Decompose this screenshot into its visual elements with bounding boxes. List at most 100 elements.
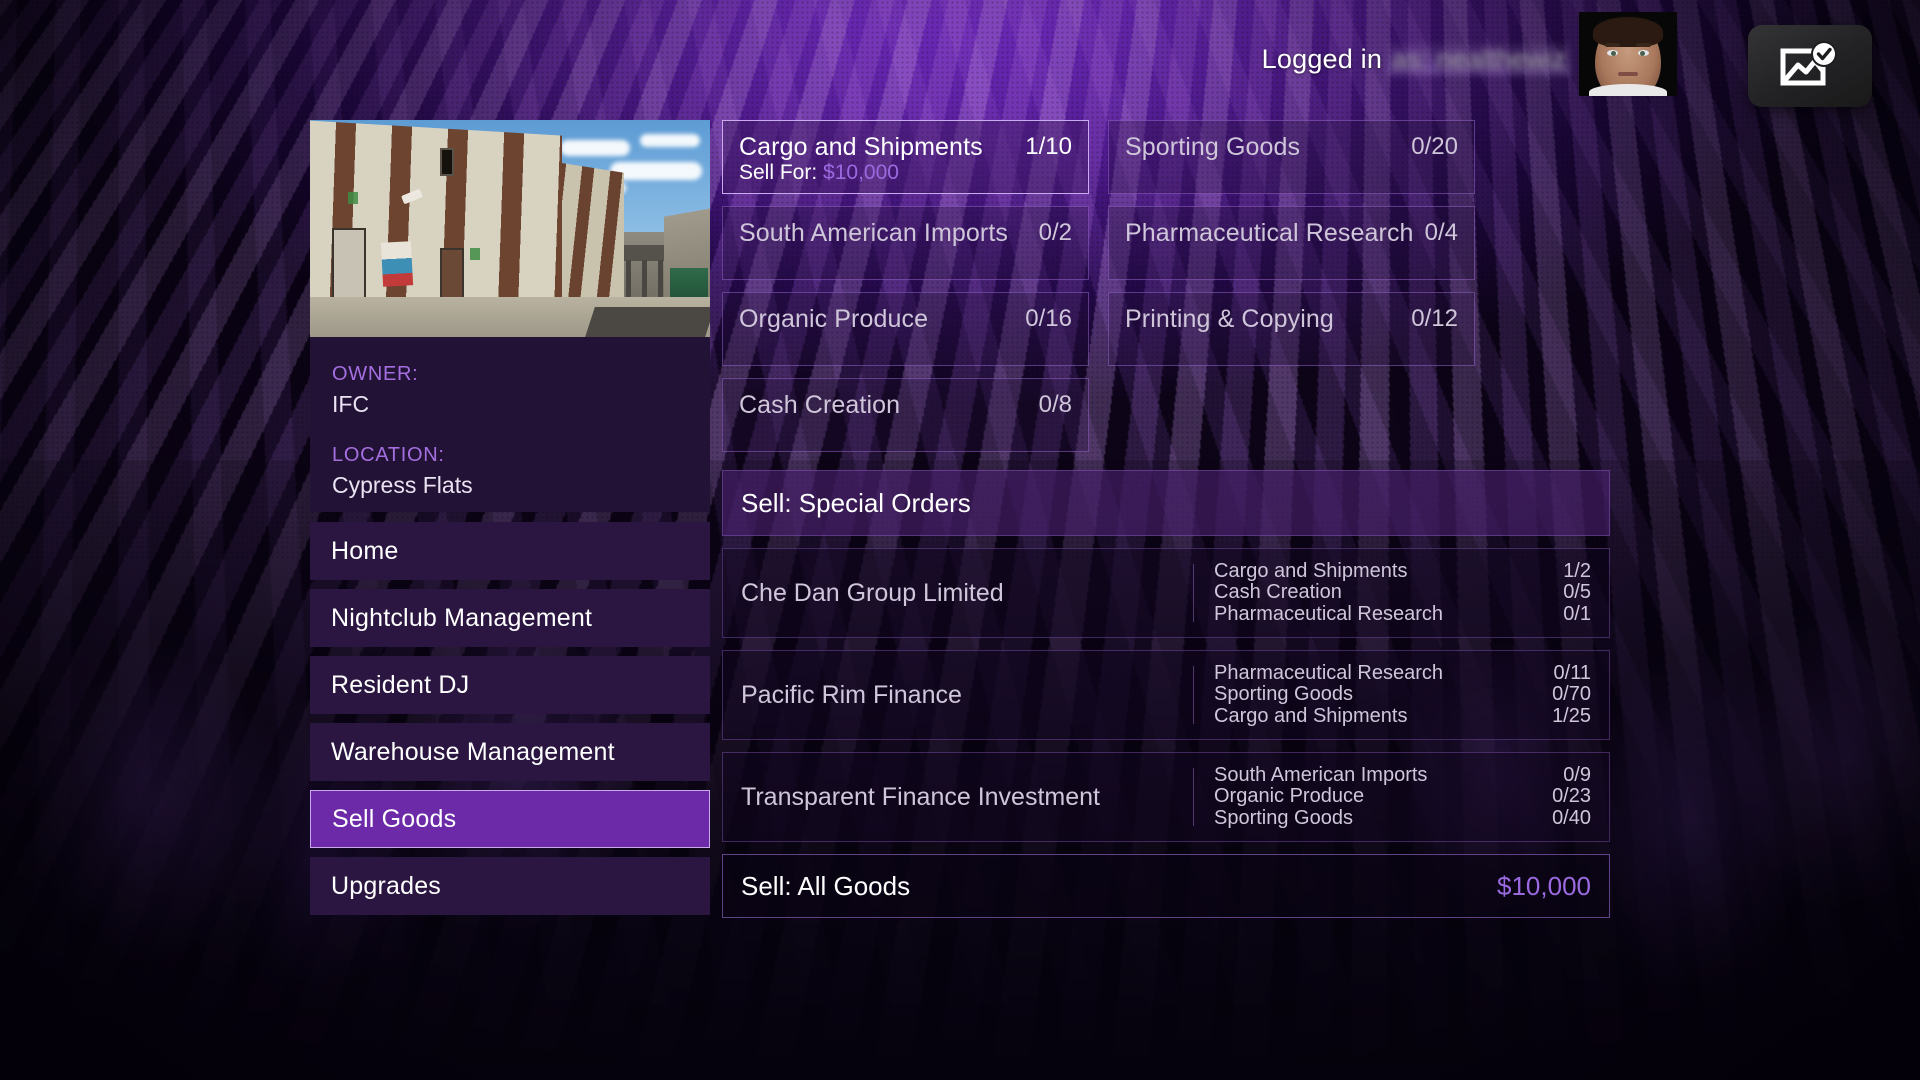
meta-spacer — [332, 418, 688, 444]
sidebar-item-label: Nightclub Management — [331, 604, 592, 633]
sell-for-amount: $10,000 — [823, 161, 899, 184]
goods-item-cash-creation[interactable]: Cash Creation 0/8 — [722, 378, 1089, 452]
goods-item-name: Organic Produce — [739, 305, 928, 334]
sidebar-item-upgrades[interactable]: Upgrades — [310, 857, 710, 915]
requirement-count: 0/5 — [1563, 582, 1591, 603]
avatar-pupil-left — [1611, 51, 1616, 56]
photo-poster — [381, 241, 413, 287]
special-order-client: Che Dan Group Limited — [723, 579, 1193, 608]
special-order-requirements: Pharmaceutical Research 0/11 Sporting Good… — [1194, 663, 1609, 727]
goods-item-name: Sporting Goods — [1125, 133, 1300, 162]
requirement-count: 1/25 — [1552, 706, 1591, 727]
sidebar-item-label: Sell Goods — [332, 805, 456, 834]
goods-item-count: 0/16 — [1025, 305, 1072, 333]
requirement-count: 1/2 — [1563, 561, 1591, 582]
special-orders-list: Che Dan Group Limited Cargo and Shipments… — [722, 548, 1610, 842]
special-orders-header: Sell: Special Orders — [722, 470, 1610, 536]
goods-item-count: 0/8 — [1039, 391, 1072, 419]
photo-road — [585, 307, 710, 337]
special-order-requirements: Cargo and Shipments 1/2 Cash Creation 0/5 Ph… — [1194, 561, 1609, 625]
special-order-requirement: Cargo and Shipments 1/25 — [1214, 706, 1591, 727]
requirement-count: 0/11 — [1554, 663, 1591, 684]
goods-inventory-grid: Cargo and Shipments 1/10 Sell For: $10,000… — [722, 120, 1610, 452]
sidebar-item-label: Upgrades — [331, 872, 441, 901]
goods-item-name: Printing & Copying — [1125, 305, 1334, 334]
sell-all-goods-label: Sell: All Goods — [741, 871, 910, 902]
sidebar-item-sell-goods[interactable]: Sell Goods — [310, 790, 710, 848]
sell-all-goods-button[interactable]: Sell: All Goods $10,000 — [722, 854, 1610, 918]
left-sidebar: OWNER: IFC LOCATION: Cypress Flats Home N… — [310, 120, 710, 1036]
requirement-name: Pharmaceutical Research — [1214, 604, 1443, 625]
warehouse-exterior-photo — [310, 120, 710, 337]
photo-graffiti — [470, 248, 480, 260]
requirement-name: Sporting Goods — [1214, 808, 1353, 829]
photo-window — [440, 148, 454, 176]
goods-item-cargo-and-shipments[interactable]: Cargo and Shipments 1/10 Sell For: $10,000 — [722, 120, 1089, 194]
requirement-name: Pharmaceutical Research — [1214, 663, 1443, 684]
main-content: Cargo and Shipments 1/10 Sell For: $10,000… — [722, 120, 1610, 1036]
avatar — [1579, 12, 1677, 96]
special-order-requirements: South American Imports 0/9 Organic Produce… — [1194, 765, 1609, 829]
goods-item-organic-produce[interactable]: Organic Produce 0/16 — [722, 292, 1089, 366]
sell-all-goods-amount: $10,000 — [1497, 871, 1591, 902]
special-order-requirement: Cargo and Shipments 1/2 — [1214, 561, 1591, 582]
goods-item-name: Cargo and Shipments — [739, 133, 983, 162]
avatar-hair — [1593, 17, 1663, 47]
game-screen: Logged in as: nealthewiz OWNER: IFC LOCA… — [0, 0, 1920, 1080]
requirement-count: 0/1 — [1563, 604, 1591, 625]
sidebar-item-resident-dj[interactable]: Resident DJ — [310, 656, 710, 714]
goods-item-count: 0/2 — [1039, 219, 1072, 247]
requirement-name: Organic Produce — [1214, 786, 1364, 807]
avatar-shirt — [1589, 84, 1667, 96]
owner-label: OWNER: — [332, 363, 688, 386]
goods-item-name: South American Imports — [739, 219, 1008, 248]
special-order-row[interactable]: Che Dan Group Limited Cargo and Shipments… — [722, 548, 1610, 638]
logged-in-username: as: nealthewiz — [1388, 44, 1570, 75]
sidebar-menu: Home Nightclub Management Resident DJ Wareh… — [310, 522, 710, 915]
requirement-name: South American Imports — [1214, 765, 1427, 786]
requirement-name: Cargo and Shipments — [1214, 561, 1407, 582]
goods-item-south-american-imports[interactable]: South American Imports 0/2 — [722, 206, 1089, 280]
special-order-requirement: Organic Produce 0/23 — [1214, 786, 1591, 807]
avatar-pupil-right — [1640, 51, 1645, 56]
special-order-requirement: South American Imports 0/9 — [1214, 765, 1591, 786]
location-label: LOCATION: — [332, 444, 688, 467]
requirement-count: 0/9 — [1563, 765, 1591, 786]
requirement-name: Sporting Goods — [1214, 684, 1353, 705]
goods-item-count: 0/20 — [1411, 133, 1458, 161]
photo-cloud — [560, 140, 630, 156]
special-order-requirement: Cash Creation 0/5 — [1214, 582, 1591, 603]
logged-in-status: Logged in as: nealthewiz — [1262, 44, 1570, 75]
special-order-requirement: Sporting Goods 0/40 — [1214, 808, 1591, 829]
sidebar-item-label: Home — [331, 537, 399, 566]
special-order-row[interactable]: Pacific Rim Finance Pharmaceutical Resear… — [722, 650, 1610, 740]
requirement-count: 0/40 — [1552, 808, 1591, 829]
sell-for-label: Sell For: — [739, 161, 817, 184]
special-order-client: Transparent Finance Investment — [723, 783, 1193, 812]
requirement-name: Cash Creation — [1214, 582, 1342, 603]
special-order-requirement: Sporting Goods 0/70 — [1214, 684, 1591, 705]
goods-item-count: 1/10 — [1025, 133, 1072, 161]
special-order-row[interactable]: Transparent Finance Investment South Amer… — [722, 752, 1610, 842]
avatar-brow-left — [1605, 43, 1620, 47]
goods-item-pharmaceutical-research[interactable]: Pharmaceutical Research 0/4 — [1108, 206, 1475, 280]
goods-item-sell-for: Sell For: $10,000 — [739, 161, 899, 185]
special-orders-header-label: Sell: Special Orders — [741, 488, 971, 519]
requirement-count: 0/70 — [1552, 684, 1591, 705]
goods-item-printing-copying[interactable]: Printing & Copying 0/12 — [1108, 292, 1475, 366]
avatar-brow-right — [1636, 43, 1651, 47]
avatar-mouth — [1618, 72, 1638, 76]
goods-item-sporting-goods[interactable]: Sporting Goods 0/20 — [1108, 120, 1475, 194]
image-saved-icon — [1748, 25, 1872, 107]
nightclub-computer-panel: OWNER: IFC LOCATION: Cypress Flats Home N… — [310, 120, 1610, 1036]
special-order-requirement: Pharmaceutical Research 0/11 — [1214, 663, 1591, 684]
requirement-count: 0/23 — [1552, 786, 1591, 807]
goods-grid-spacer — [1108, 378, 1475, 452]
sidebar-item-warehouse-management[interactable]: Warehouse Management — [310, 723, 710, 781]
owner-value: IFC — [332, 391, 688, 418]
photo-cloud — [640, 134, 700, 147]
sidebar-item-label: Resident DJ — [331, 671, 469, 700]
goods-item-count: 0/4 — [1425, 219, 1458, 247]
sidebar-item-nightclub-management[interactable]: Nightclub Management — [310, 589, 710, 647]
sidebar-item-home[interactable]: Home — [310, 522, 710, 580]
